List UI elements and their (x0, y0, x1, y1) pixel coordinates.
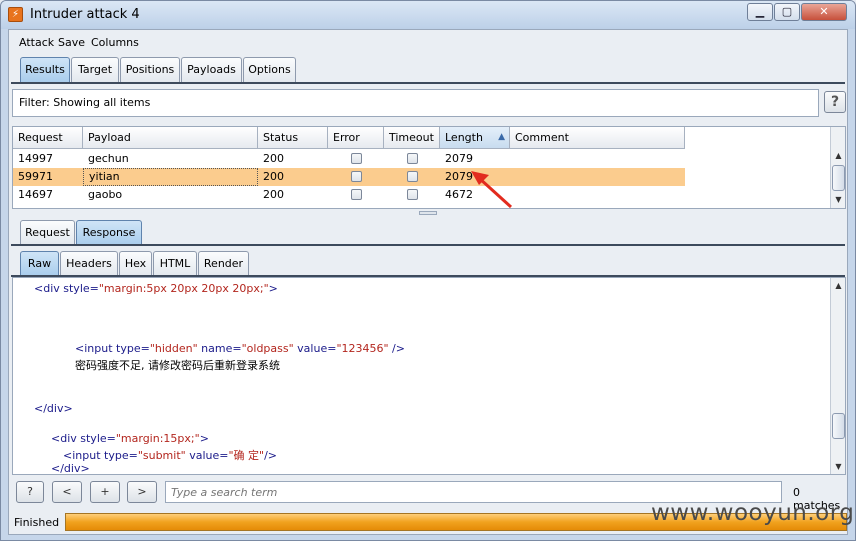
intruder-window: ⚡ Intruder attack 4 ▁ ▢ ✕ Attack Save Co… (0, 0, 856, 541)
annotation-arrow (471, 171, 513, 209)
annotation-arrow-shaft (477, 176, 513, 209)
